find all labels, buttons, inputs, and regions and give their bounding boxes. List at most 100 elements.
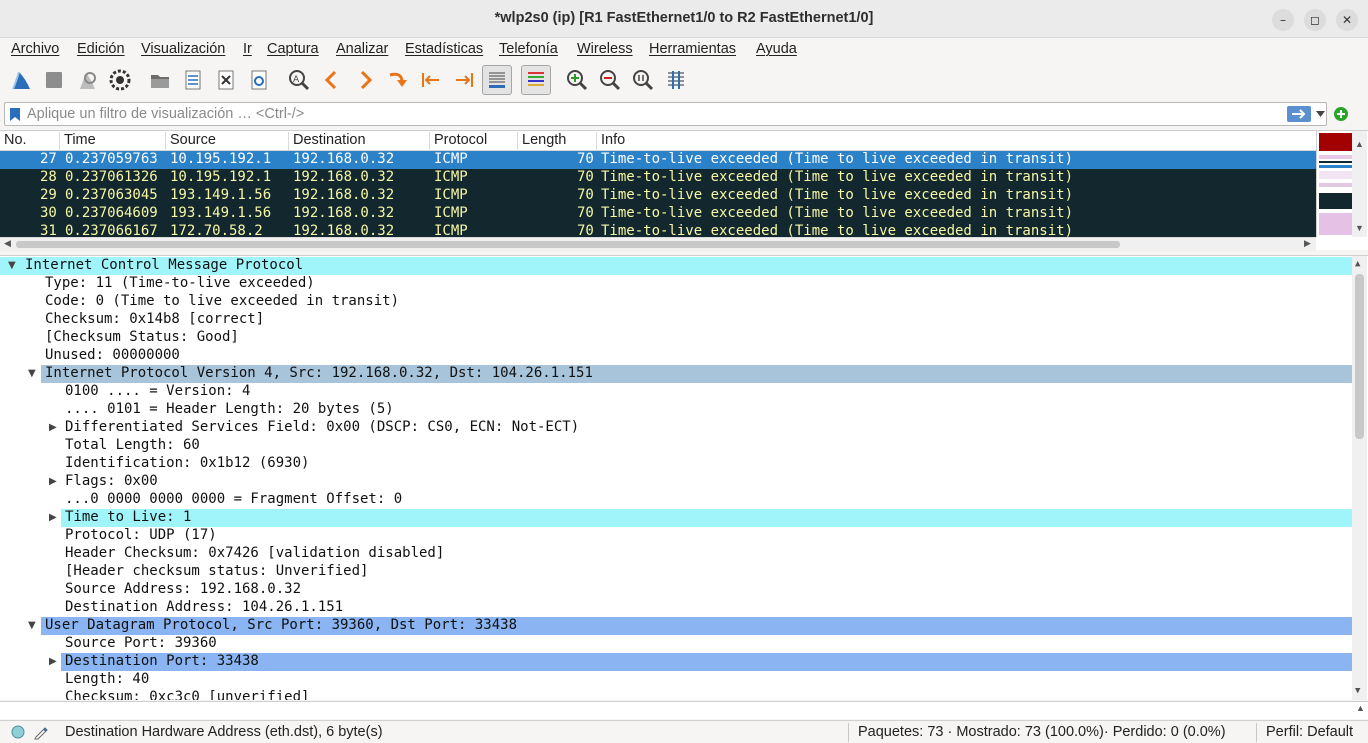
tree-node-udp[interactable]: ▼ User Datagram Protocol, Src Port: 39360…: [28, 617, 1352, 635]
tree-field[interactable]: Type: 11 (Time-to-live exceeded): [0, 275, 1352, 293]
tree-field[interactable]: Total Length: 60: [0, 437, 1352, 455]
tree-field[interactable]: Source Address: 192.168.0.32: [0, 581, 1352, 599]
tree-field[interactable]: Checksum: 0xc3c0 [unverified]: [0, 689, 1352, 700]
normal-size-icon[interactable]: [628, 65, 658, 95]
start-capture-icon[interactable]: [6, 65, 36, 95]
packet-row[interactable]: 27 0.237059763 10.195.192.1 192.168.0.32…: [0, 151, 1316, 169]
close-button[interactable]: ✕: [1336, 9, 1358, 31]
col-destination-header[interactable]: Destination: [289, 132, 430, 151]
minimize-button[interactable]: –: [1272, 9, 1294, 31]
scroll-up-icon[interactable]: ▲: [1355, 139, 1364, 149]
menu-wireless[interactable]: Wireless: [577, 41, 633, 57]
restart-capture-icon[interactable]: [72, 65, 102, 95]
menu-visualizacion[interactable]: Visualización: [141, 41, 225, 57]
menu-telefonia[interactable]: Telefonía: [499, 41, 558, 57]
tree-field[interactable]: Protocol: UDP (17): [0, 527, 1352, 545]
packet-row[interactable]: 31 0.237066167 172.70.58.2 192.168.0.32 …: [0, 223, 1316, 237]
tree-field[interactable]: 0100 .... = Version: 4: [0, 383, 1352, 401]
go-forward-icon[interactable]: [350, 65, 380, 95]
packet-list-vscrollbar[interactable]: ▲ ▼: [1352, 131, 1367, 237]
tree-field[interactable]: Checksum: 0x14b8 [correct]: [0, 311, 1352, 329]
capture-comment-icon[interactable]: [33, 724, 49, 740]
scroll-right-icon[interactable]: ▶: [1304, 238, 1311, 249]
tree-node-ttl[interactable]: ▶ Time to Live: 1: [49, 509, 1352, 527]
tree-field[interactable]: [Header checksum status: Unverified]: [0, 563, 1352, 581]
col-protocol-header[interactable]: Protocol: [430, 132, 518, 151]
tree-node-ipv4[interactable]: ▼ Internet Protocol Version 4, Src: 192.1…: [28, 365, 1352, 383]
tree-field[interactable]: Code: 0 (Time to live exceeded in transi…: [0, 293, 1352, 311]
expand-chevron-right-icon[interactable]: ▶: [49, 473, 57, 491]
autoscroll-icon[interactable]: [482, 65, 512, 95]
packet-bytes-pane[interactable]: ▲: [0, 701, 1368, 719]
details-vscrollbar[interactable]: ▲ ▼: [1352, 256, 1367, 700]
packet-minimap[interactable]: [1316, 131, 1352, 237]
reload-file-icon[interactable]: [244, 65, 274, 95]
scroll-down-icon[interactable]: ▼: [1355, 223, 1364, 233]
col-source-header[interactable]: Source: [166, 132, 289, 151]
resize-columns-icon[interactable]: [661, 65, 691, 95]
last-packet-icon[interactable]: [449, 65, 479, 95]
tree-node-dsfield[interactable]: ▶ Differentiated Services Field: 0x00 (DS…: [0, 419, 1352, 437]
save-file-icon[interactable]: [178, 65, 208, 95]
filter-history-chevron-down-icon[interactable]: [1316, 111, 1325, 117]
tree-node-dstport[interactable]: ▶ Destination Port: 33438: [49, 653, 1352, 671]
colorize-icon[interactable]: [521, 65, 551, 95]
tree-field[interactable]: [Checksum Status: Good]: [0, 329, 1352, 347]
zoom-in-icon[interactable]: [562, 65, 592, 95]
capture-options-icon[interactable]: [105, 65, 135, 95]
tree-node-flags[interactable]: ▶ Flags: 0x00: [0, 473, 1352, 491]
col-no-header[interactable]: No.: [0, 132, 60, 151]
display-filter-input[interactable]: Aplique un filtro de visualización … <Ct…: [4, 102, 1327, 126]
expand-chevron-right-icon[interactable]: ▶: [49, 509, 57, 527]
go-to-packet-icon[interactable]: [383, 65, 413, 95]
expand-chevron-down-icon[interactable]: ▼: [8, 257, 16, 275]
col-info-header[interactable]: Info: [597, 132, 1316, 151]
expand-chevron-right-icon[interactable]: ▶: [49, 653, 57, 671]
bookmark-icon[interactable]: [9, 107, 21, 122]
col-time-header[interactable]: Time: [60, 132, 166, 151]
add-filter-button-icon[interactable]: [1333, 106, 1349, 122]
expand-chevron-down-icon[interactable]: ▼: [28, 617, 36, 635]
menu-estadisticas[interactable]: Estadísticas: [405, 41, 483, 57]
tree-node-icmp[interactable]: ▼ Internet Control Message Protocol: [0, 257, 1352, 275]
tree-field[interactable]: Identification: 0x1b12 (6930): [0, 455, 1352, 473]
tree-field[interactable]: Header Checksum: 0x7426 [validation disa…: [0, 545, 1352, 563]
packet-list-hscrollbar[interactable]: ◀ ▶: [0, 237, 1316, 251]
stop-capture-icon[interactable]: [39, 65, 69, 95]
expert-info-icon[interactable]: [11, 725, 25, 739]
maximize-button[interactable]: ◻: [1304, 9, 1326, 31]
scroll-left-icon[interactable]: ◀: [4, 238, 11, 249]
col-length-header[interactable]: Length: [518, 132, 597, 151]
hscroll-thumb[interactable]: [16, 241, 1120, 248]
go-back-icon[interactable]: [317, 65, 347, 95]
apply-filter-icon[interactable]: [1287, 106, 1311, 122]
menu-archivo[interactable]: Archivo: [11, 41, 59, 57]
scroll-up-icon[interactable]: ▲: [1355, 259, 1360, 269]
profile-selector[interactable]: Perfil: Default: [1266, 724, 1353, 740]
menu-edicion[interactable]: Edición: [77, 41, 125, 57]
menu-captura[interactable]: Captura: [267, 41, 319, 57]
details-scroll-thumb[interactable]: [1355, 274, 1364, 439]
zoom-out-icon[interactable]: [595, 65, 625, 95]
tree-field[interactable]: Destination Address: 104.26.1.151: [0, 599, 1352, 617]
find-packet-icon[interactable]: A: [284, 65, 314, 95]
menu-ayuda[interactable]: Ayuda: [756, 41, 797, 57]
tree-field[interactable]: Source Port: 39360: [0, 635, 1352, 653]
first-packet-icon[interactable]: [416, 65, 446, 95]
tree-field[interactable]: Length: 40: [0, 671, 1352, 689]
close-file-icon[interactable]: [211, 65, 241, 95]
packet-row[interactable]: 30 0.237064609 193.149.1.56 192.168.0.32…: [0, 205, 1316, 223]
expand-chevron-down-icon[interactable]: ▼: [28, 365, 36, 383]
open-file-icon[interactable]: [145, 65, 175, 95]
menu-ir[interactable]: Ir: [243, 41, 252, 57]
expand-chevron-right-icon[interactable]: ▶: [49, 419, 57, 437]
packet-row[interactable]: 29 0.237063045 193.149.1.56 192.168.0.32…: [0, 187, 1316, 205]
tree-field[interactable]: Unused: 00000000: [0, 347, 1352, 365]
menu-analizar[interactable]: Analizar: [336, 41, 388, 57]
scroll-down-icon[interactable]: ▼: [1355, 686, 1360, 696]
tree-field[interactable]: .... 0101 = Header Length: 20 bytes (5): [0, 401, 1352, 419]
menu-herramientas[interactable]: Herramientas: [649, 41, 736, 57]
packet-row[interactable]: 28 0.237061326 10.195.192.1 192.168.0.32…: [0, 169, 1316, 187]
scroll-up-icon[interactable]: ▲: [1356, 703, 1365, 713]
tree-field[interactable]: ...0 0000 0000 0000 = Fragment Offset: 0: [0, 491, 1352, 509]
